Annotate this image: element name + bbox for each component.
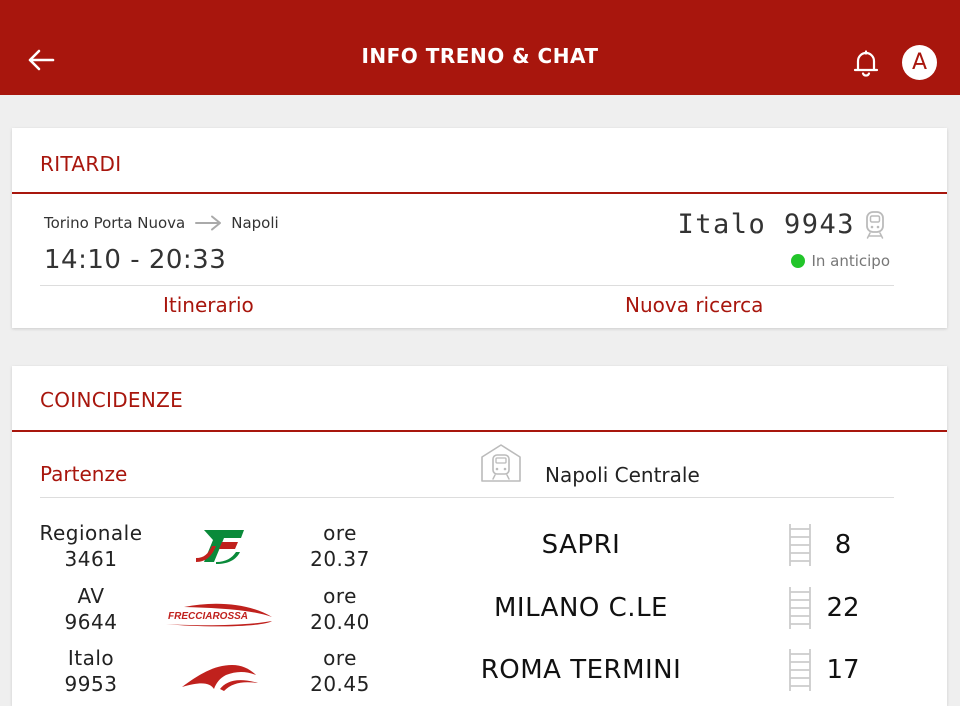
status-label: In anticipo — [811, 252, 890, 270]
time-value: 20.45 — [310, 672, 370, 696]
departure-row[interactable]: Italo 9953 ore 20.45 ROMA TERMINI 17 — [12, 643, 947, 705]
divider — [40, 497, 894, 498]
train-name: Italo 9943 — [677, 209, 855, 240]
departure-row[interactable]: AV 9644 FRECCIAROSSA ore 20.40 MILANO C.… — [12, 581, 947, 643]
track-rail-icon — [789, 524, 811, 566]
journey-times: 14:10 - 20:33 — [44, 245, 227, 275]
train-category-name: Italo — [67, 646, 115, 670]
partenze-label: Partenze — [40, 462, 128, 486]
departure-time: ore 20.45 — [295, 645, 385, 697]
train-category: AV 9644 — [32, 583, 150, 635]
train-category-name: Regionale — [39, 521, 143, 545]
train-number: 9644 — [64, 610, 118, 634]
train-category-name: AV — [77, 584, 105, 608]
destination: SAPRI — [541, 530, 621, 560]
destination-station: Napoli — [231, 214, 279, 232]
time-value: 20.40 — [310, 610, 370, 634]
route: Torino Porta Nuova Napoli — [44, 214, 279, 232]
train-icon — [866, 211, 884, 239]
origin-station: Torino Porta Nuova — [44, 214, 186, 232]
arrow-right-icon — [195, 215, 222, 231]
trenitalia-fs-logo-icon — [196, 530, 244, 564]
departure-row[interactable]: Regionale 3461 ore 20.37 SAPRI 8 — [12, 518, 947, 580]
section-divider — [12, 192, 947, 194]
track-number: 17 — [826, 655, 860, 685]
italo-logo-icon — [182, 665, 258, 691]
nuova-ricerca-link[interactable]: Nuova ricerca — [625, 293, 763, 317]
coincidenze-title: COINCIDENZE — [40, 388, 184, 412]
train-number: 9953 — [64, 672, 118, 696]
ore-label: ore — [323, 646, 357, 670]
section-divider — [12, 430, 947, 432]
divider — [40, 285, 894, 286]
itinerario-link[interactable]: Itinerario — [163, 293, 254, 317]
track-number: 8 — [834, 530, 852, 560]
page-title: INFO TRENO & CHAT — [361, 44, 599, 68]
station-train-icon — [481, 444, 521, 482]
departure-time: ore 20.40 — [295, 583, 385, 635]
track-rail-icon — [789, 649, 811, 691]
departure-time: ore 20.37 — [295, 520, 385, 572]
bell-icon[interactable] — [851, 48, 881, 78]
ore-label: ore — [323, 584, 357, 608]
track-number: 22 — [826, 593, 860, 623]
station-name: Napoli Centrale — [545, 463, 700, 487]
frecciarossa-logo-icon: FRECCIAROSSA — [166, 603, 272, 627]
train-category: Regionale 3461 — [32, 520, 150, 572]
train-status: In anticipo — [791, 252, 890, 270]
app-header: INFO TRENO & CHAT A — [0, 0, 960, 95]
destination: ROMA TERMINI — [480, 655, 682, 685]
destination: MILANO C.LE — [494, 593, 668, 623]
track-rail-icon — [789, 587, 811, 629]
svg-text:FRECCIAROSSA: FRECCIAROSSA — [168, 611, 248, 622]
ore-label: ore — [323, 521, 357, 545]
avatar[interactable]: A — [902, 45, 937, 80]
train-number: 3461 — [64, 547, 118, 571]
ritardi-card: RITARDI Torino Porta Nuova Napoli 14:10 … — [12, 128, 947, 328]
train-category: Italo 9953 — [32, 645, 150, 697]
coincidenze-card: COINCIDENZE Partenze Napoli Centrale Reg… — [12, 366, 947, 706]
time-value: 20.37 — [310, 547, 370, 571]
status-dot-icon — [791, 254, 806, 268]
ritardi-title: RITARDI — [40, 152, 122, 176]
